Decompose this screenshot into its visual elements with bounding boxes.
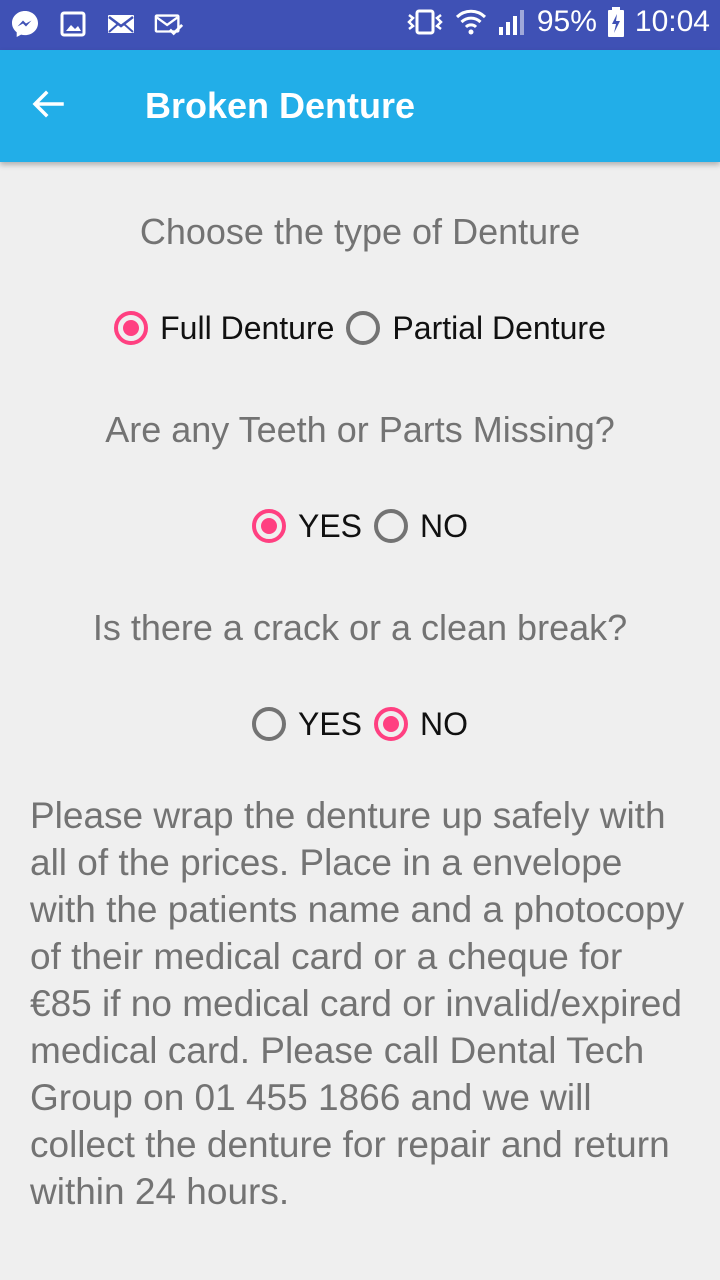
radio-label: Partial Denture <box>392 309 606 346</box>
page-title: Broken Denture <box>145 85 416 126</box>
radio-label: YES <box>297 705 363 742</box>
radio-label: Full Denture <box>160 309 335 346</box>
gallery-icon <box>58 8 88 40</box>
radio-parts-missing-no[interactable]: NO <box>374 508 468 545</box>
radio-partial-denture[interactable]: Partial Denture <box>346 309 606 347</box>
radio-button-checked[interactable] <box>114 311 149 345</box>
signal-icon <box>497 7 527 37</box>
radio-group-denture-type: Full Denture Partial Denture <box>0 298 720 358</box>
messenger-icon <box>10 8 40 40</box>
arrow-back-icon <box>30 86 66 127</box>
battery-charging-icon <box>607 6 625 38</box>
question-parts-missing: Are any Teeth or Parts Missing? <box>105 409 615 450</box>
app-bar: Broken Denture <box>0 50 720 162</box>
radio-button-checked[interactable] <box>251 509 286 543</box>
system-status: 95% 10:04 <box>405 5 710 39</box>
status-bar: 95% 10:04 <box>0 0 720 50</box>
radio-button-unchecked[interactable] <box>346 311 381 345</box>
radio-crack-break-no[interactable]: NO <box>374 706 468 743</box>
radio-full-denture[interactable]: Full Denture <box>114 310 334 347</box>
radio-crack-break-yes[interactable]: YES <box>251 705 363 743</box>
mail-check-icon <box>154 8 184 40</box>
radio-group-crack-break: YES NO <box>0 694 720 754</box>
radio-button-unchecked[interactable] <box>374 509 409 543</box>
radio-label: NO <box>420 507 469 544</box>
notification-icons <box>10 8 184 40</box>
radio-label: YES <box>297 507 363 544</box>
back-button[interactable] <box>18 78 78 134</box>
email-icon <box>106 8 136 40</box>
radio-button-unchecked[interactable] <box>251 707 286 741</box>
radio-label: NO <box>420 705 469 742</box>
wifi-icon <box>455 7 487 37</box>
question-denture-type: Choose the type of Denture <box>139 211 581 252</box>
radio-group-parts-missing: YES NO <box>0 496 720 556</box>
vibrate-icon <box>405 7 445 37</box>
instructions-text: Please wrap the denture up safely with a… <box>30 795 685 1212</box>
radio-parts-missing-yes[interactable]: YES <box>251 507 363 545</box>
radio-button-checked[interactable] <box>374 707 409 741</box>
status-time: 10:04 <box>634 5 710 38</box>
question-crack-break: Is there a crack or a clean break? <box>92 607 628 648</box>
battery-percent: 95% <box>536 5 597 38</box>
